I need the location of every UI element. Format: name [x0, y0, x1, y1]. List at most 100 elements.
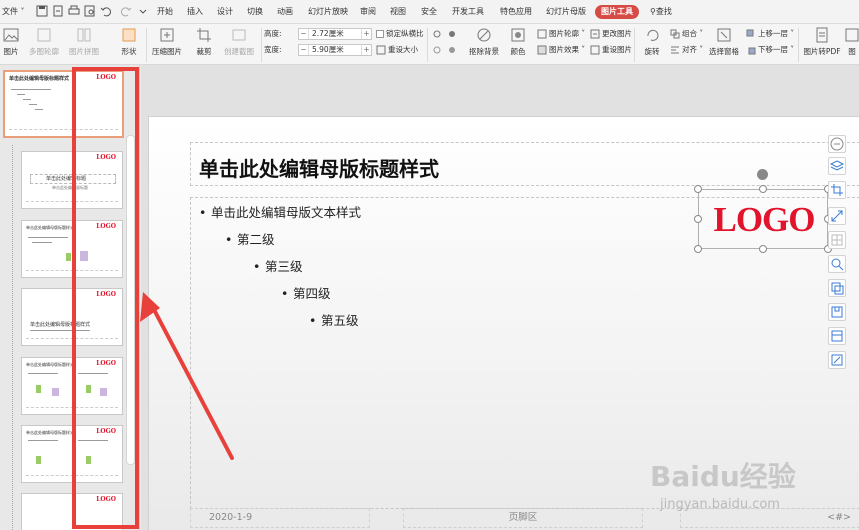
decrease-height-button[interactable]: −: [299, 29, 309, 39]
thumbnail-content-layout[interactable]: LOGO 单击此处编辑母版标题样式: [21, 220, 123, 278]
resize-handle[interactable]: [759, 185, 767, 193]
resize-handle[interactable]: [694, 185, 702, 193]
create-screenshot-label: 创建截图: [224, 47, 254, 56]
tab-insert[interactable]: 插入: [187, 5, 203, 19]
picture-to-pdf-button[interactable]: 图片转PDF: [801, 27, 843, 61]
tab-home[interactable]: 开始: [157, 5, 173, 19]
crop-icon[interactable]: [828, 181, 846, 199]
title-placeholder[interactable]: 单击此处编辑母版标题样式: [190, 142, 859, 186]
contrast-up-icon[interactable]: [447, 28, 459, 40]
tab-picture-tools[interactable]: 图片工具: [595, 5, 639, 19]
footer-text[interactable]: 页脚区: [403, 508, 643, 528]
compress-picture-button[interactable]: 压缩图片: [150, 27, 184, 61]
more-icon[interactable]: [137, 5, 149, 17]
picture-effects-label: 图片效果: [549, 45, 579, 54]
group-button[interactable]: 组合 ˅: [670, 28, 703, 40]
search-box[interactable]: ⚲查找: [650, 5, 672, 19]
copy-icon[interactable]: [828, 279, 846, 297]
edit-icon[interactable]: [828, 351, 846, 369]
logo-picture[interactable]: LOGO: [698, 189, 828, 249]
decrease-width-button[interactable]: −: [299, 45, 309, 55]
layout-icon[interactable]: [828, 327, 846, 345]
brightness-up-icon[interactable]: [432, 28, 444, 40]
shape-button[interactable]: 形状: [118, 27, 140, 61]
reset-size-icon: [376, 45, 386, 55]
resize-handle[interactable]: [759, 245, 767, 253]
picture-to-text-label: 图: [848, 47, 856, 56]
picture-outline-button[interactable]: 图片轮廓 ˅: [537, 28, 585, 40]
save-icon[interactable]: [36, 5, 48, 17]
tab-slide-master[interactable]: 幻灯片母版: [546, 5, 586, 19]
rotation-handle[interactable]: [757, 169, 768, 180]
picture-to-text-icon: [844, 27, 859, 43]
picture-effects-button[interactable]: 图片效果 ˅: [537, 44, 585, 56]
selection-pane-button[interactable]: 选择窗格: [706, 27, 742, 61]
thumbnail-section-layout[interactable]: LOGO 单击此处编辑母版标题样式: [21, 288, 123, 346]
change-picture-label: 更改图片: [602, 29, 632, 38]
thumbnail-line: [28, 440, 58, 441]
layers-icon[interactable]: [828, 157, 846, 175]
increase-width-button[interactable]: +: [361, 45, 371, 55]
print-preview-icon[interactable]: [84, 5, 96, 17]
tab-features[interactable]: 特色应用: [500, 5, 532, 19]
picture-to-text-button[interactable]: 图: [845, 27, 859, 61]
rotate-button[interactable]: 旋转: [638, 27, 666, 61]
thumbnail-title: 单击此处编辑母版标题样式: [26, 430, 74, 435]
change-picture-button[interactable]: 更改图片: [590, 28, 632, 40]
resize-handle[interactable]: [694, 215, 702, 223]
thumbnail-line: [11, 89, 51, 90]
thumbnail-two-content-layout[interactable]: LOGO 单击此处编辑母版标题样式: [21, 357, 123, 415]
thumbnail-master[interactable]: LOGO 单击此处编辑母版标题样式: [3, 70, 124, 138]
export-pdf-icon[interactable]: [52, 5, 64, 17]
tab-view[interactable]: 视图: [390, 5, 406, 19]
increase-height-button[interactable]: +: [361, 29, 371, 39]
footer-date[interactable]: 2020-1-9: [190, 508, 370, 528]
lock-ratio-checkbox[interactable]: 锁定纵横比: [376, 28, 424, 40]
undo-icon[interactable]: [100, 5, 112, 17]
grid-icon[interactable]: [828, 231, 846, 249]
fit-icon[interactable]: [828, 207, 846, 225]
contrast-down-icon[interactable]: [447, 44, 459, 56]
color-button[interactable]: 颜色: [507, 27, 529, 61]
picture-combine-button[interactable]: 图片拼图: [66, 27, 102, 61]
create-screenshot-button[interactable]: 创建截图: [220, 27, 258, 61]
height-field[interactable]: − 2.72厘米 +: [298, 28, 372, 40]
align-button[interactable]: 对齐 ˅: [670, 44, 703, 56]
tab-slideshow[interactable]: 幻灯片放映: [308, 5, 348, 19]
print-icon[interactable]: [68, 5, 80, 17]
multi-outline-button[interactable]: 多图轮廓: [26, 27, 62, 61]
body-level-3-text: 第三级: [265, 259, 303, 274]
file-menu[interactable]: 文件 ˅: [0, 5, 26, 19]
thumbnail-blank-layout[interactable]: LOGO: [21, 493, 123, 530]
brightness-down-icon[interactable]: [432, 44, 444, 56]
slide-thumbnail-panel[interactable]: LOGO 单击此处编辑母版标题样式 LOGO 单击此处编辑标题 单击此处编辑副标…: [0, 65, 140, 530]
crop-button[interactable]: 裁剪: [193, 27, 215, 61]
collapse-icon[interactable]: [828, 135, 846, 153]
width-field[interactable]: − 5.90厘米 +: [298, 44, 372, 56]
bring-forward-button[interactable]: 上移一层 ˅: [746, 28, 794, 40]
tab-developer[interactable]: 开发工具: [452, 5, 484, 19]
body-level-4: • 第四级: [281, 286, 331, 301]
insert-picture-button[interactable]: 图片: [0, 27, 22, 61]
thumbnail-title-layout[interactable]: LOGO 单击此处编辑标题 单击此处编辑副标题: [21, 151, 123, 209]
thumbnail-footer: [26, 201, 118, 205]
reset-picture-button[interactable]: 重设图片: [590, 44, 632, 56]
panel-scrollbar[interactable]: [126, 135, 135, 465]
remove-background-button[interactable]: 抠除背景: [464, 27, 504, 61]
reset-size-button[interactable]: 重设大小: [376, 44, 418, 56]
screenshot-icon: [231, 27, 247, 43]
thumbnail-comparison-layout[interactable]: LOGO 单击此处编辑母版标题样式: [21, 425, 123, 483]
tab-transition[interactable]: 切换: [247, 5, 263, 19]
tab-animation[interactable]: 动画: [277, 5, 293, 19]
redo-icon[interactable]: [120, 5, 132, 17]
resize-handle[interactable]: [694, 245, 702, 253]
picture-outline-label: 图片轮廓: [549, 29, 579, 38]
tab-review[interactable]: 审阅: [360, 5, 376, 19]
tab-design[interactable]: 设计: [217, 5, 233, 19]
send-backward-button[interactable]: 下移一层 ˅: [746, 44, 794, 56]
remove-background-label: 抠除背景: [469, 47, 499, 56]
crop-label: 裁剪: [196, 47, 212, 56]
tab-security[interactable]: 安全: [421, 5, 437, 19]
save-picture-icon[interactable]: [828, 303, 846, 321]
zoom-icon[interactable]: [828, 255, 846, 273]
